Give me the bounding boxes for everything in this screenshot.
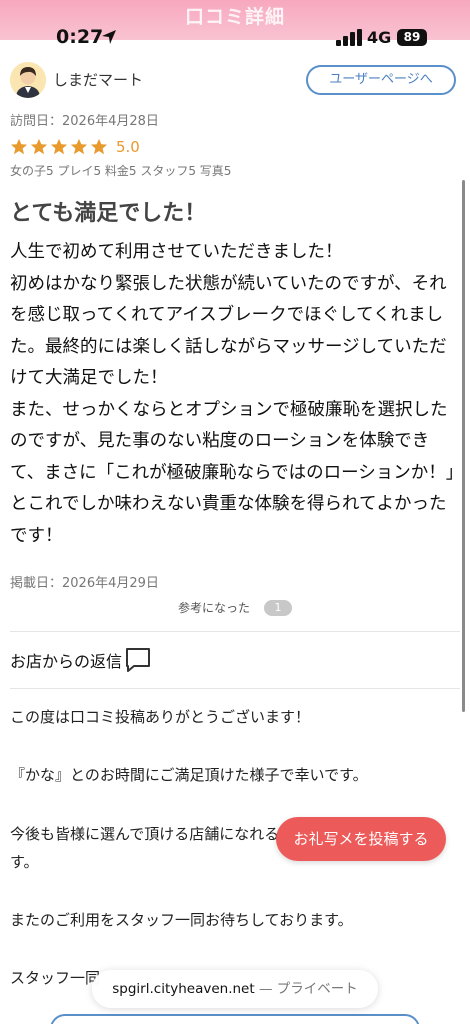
reviewer-name[interactable]: しまだマート [53, 69, 143, 90]
rating-score: 5.0 [116, 138, 140, 156]
status-time: 0:27 [56, 26, 104, 48]
visit-date: 訪問日：2026年4月28日 [10, 114, 159, 129]
avatar[interactable] [10, 62, 46, 98]
scrollbar[interactable] [462, 180, 465, 712]
divider [10, 688, 460, 689]
review-title: とても満足でした！ [10, 201, 207, 226]
helpful-count-badge[interactable]: 1 [264, 600, 292, 616]
post-date: 掲載日：2026年4月29日 [10, 576, 159, 591]
reply-heading: お店からの返信 [10, 652, 123, 671]
star-icon [30, 138, 48, 155]
helpful-label[interactable]: 参考になった [178, 599, 250, 616]
bottom-button[interactable] [50, 1014, 420, 1024]
star-icon [10, 138, 28, 155]
star-icon [50, 138, 68, 155]
location-arrow-icon [102, 30, 116, 44]
star-icon [70, 138, 88, 155]
star-rating [10, 138, 108, 156]
sub-scores: 女の子5 プレイ5 料金5 スタッフ5 写真5 [10, 164, 232, 178]
reply-text-line: スタッフ一同 [10, 969, 101, 987]
url-domain: spgirl.cityheaven.net [112, 981, 255, 997]
review-body: 人生で初めて利用させていただきました！ 初めはかなり緊張した状態が続いていたので… [10, 242, 455, 546]
user-page-button[interactable]: ユーザーページへ [306, 65, 456, 95]
private-label: — プライベート [258, 981, 358, 997]
divider [10, 631, 460, 632]
network-label: 4G [367, 28, 392, 47]
browser-url-bar[interactable]: spgirl.cityheaven.net — プライベート [92, 970, 378, 1008]
avatar-icon [10, 62, 46, 98]
post-thanks-photo-button[interactable]: お礼写メを投稿する [276, 817, 446, 861]
reply-text-line: またのご利用をスタッフ一同お待ちしております。 [10, 911, 353, 929]
battery-indicator: 89 [397, 29, 427, 46]
page-title: 口コミ詳細 [184, 6, 285, 28]
signal-icon [336, 29, 362, 46]
reply-text-line: す。 [10, 853, 39, 871]
reply-text-line: この度は口コミ投稿ありがとうございます！ [10, 708, 311, 726]
star-icon [90, 138, 108, 155]
chat-bubble-icon [126, 648, 150, 672]
reply-text-line: 『かな』とのお時間にご満足頂けた様子で幸いです。 [10, 766, 368, 784]
